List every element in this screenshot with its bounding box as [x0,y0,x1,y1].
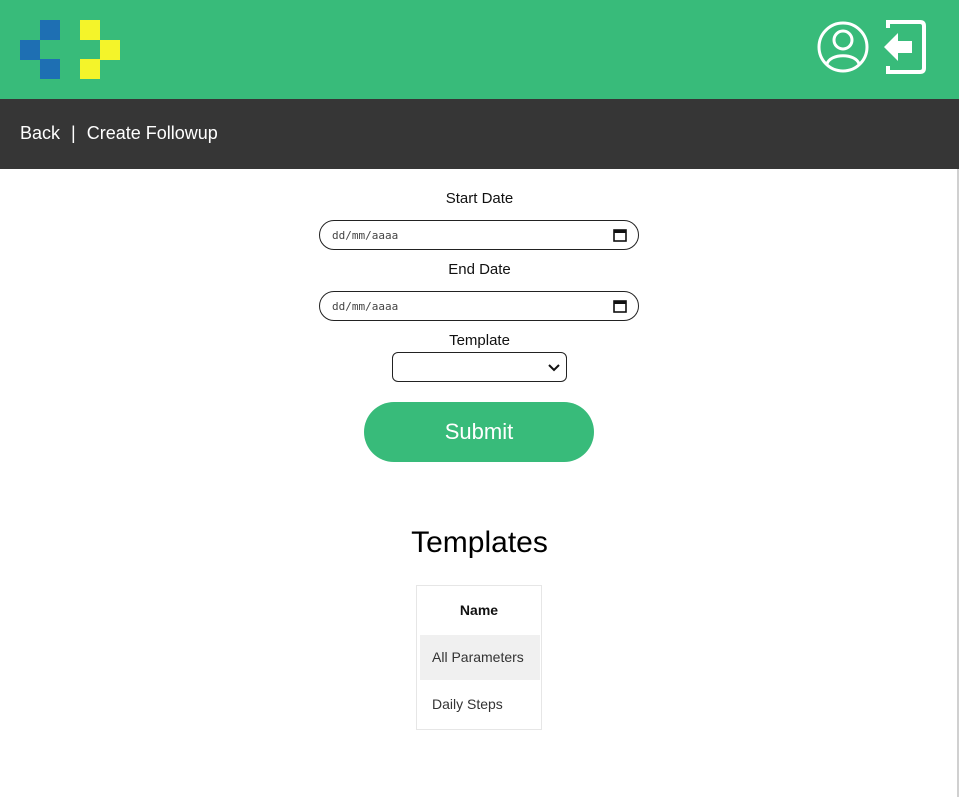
page-title: Create Followup [86,123,218,143]
start-date-input[interactable]: dd/mm/aaaa [319,220,639,250]
logo-square [20,40,40,60]
templates-table: Name All Parameters Daily Steps [416,585,542,730]
logo-square [40,59,60,79]
start-date-label: Start Date [445,190,514,207]
chevron-down-icon [548,364,560,372]
logout-icon [884,20,926,74]
end-date-input[interactable]: dd/mm/aaaa [319,291,639,321]
top-bar [0,0,959,99]
start-date-placeholder: dd/mm/aaaa [332,228,399,242]
templates-heading: Templates [411,526,548,559]
column-header-name: Name [459,602,499,618]
user-profile-button[interactable] [817,20,869,74]
table-row[interactable]: Daily Steps [420,682,540,727]
calendar-icon[interactable] [612,298,628,314]
logout-button[interactable] [880,20,932,74]
logo-square [80,20,100,40]
calendar-icon[interactable] [612,227,628,243]
submit-button[interactable]: Submit [364,402,594,462]
end-date-label: End Date [448,261,511,278]
template-label: Template [449,332,510,349]
navigation-bar: Back | Create Followup [0,99,959,169]
back-link[interactable]: Back [20,123,60,144]
user-profile-icon [817,21,869,73]
logo-square [100,40,120,60]
clinic-cross-logo[interactable] [20,20,120,79]
template-select[interactable] [392,352,567,382]
breadcrumb-separator: | [71,123,76,143]
end-date-placeholder: dd/mm/aaaa [332,299,399,313]
table-row[interactable]: All Parameters [420,635,540,680]
breadcrumb: Back | Create Followup [20,123,218,144]
logo-square [80,59,100,79]
logo-square [40,20,60,40]
